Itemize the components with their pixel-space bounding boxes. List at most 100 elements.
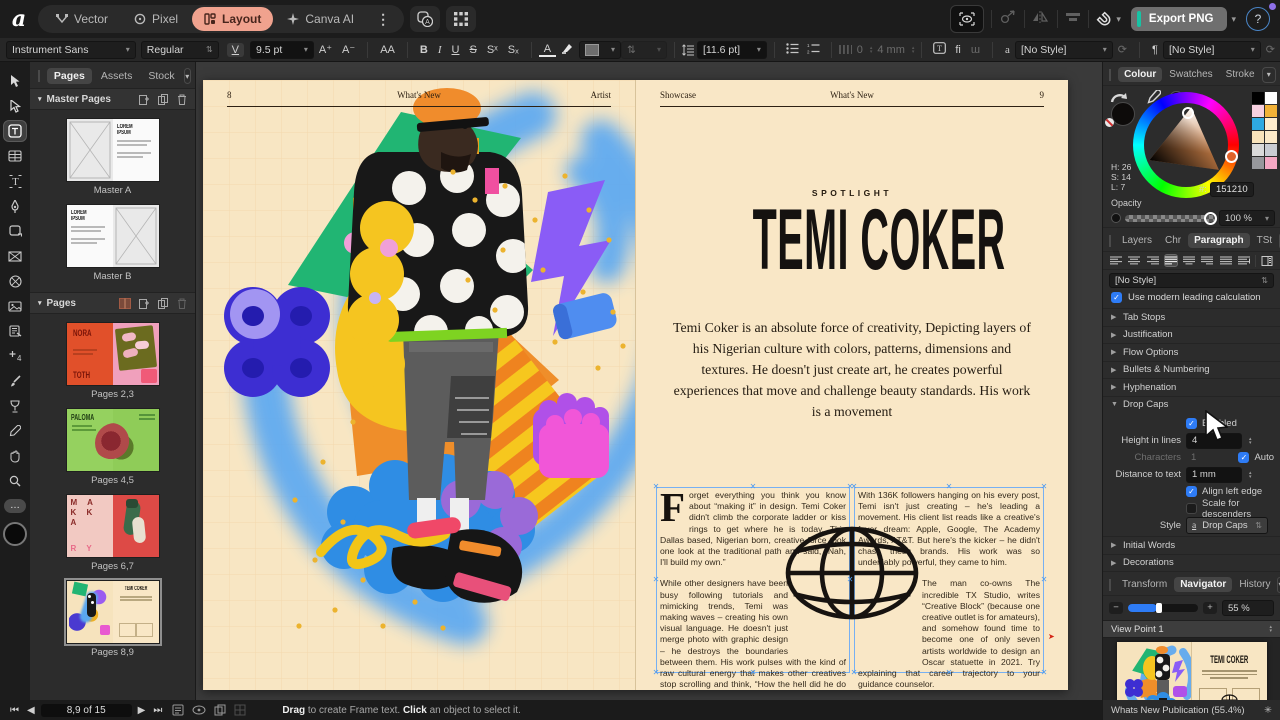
- tab-transform[interactable]: Transform: [1116, 577, 1173, 592]
- shape-tool[interactable]: [3, 220, 27, 242]
- align-toward-spine-button[interactable]: [1260, 254, 1274, 267]
- more-tools-button[interactable]: …: [4, 499, 26, 513]
- opacity-slider[interactable]: [1125, 215, 1215, 222]
- swatch[interactable]: [1252, 105, 1264, 117]
- artistic-text-tool[interactable]: T: [3, 170, 27, 192]
- swatch[interactable]: [1252, 92, 1264, 104]
- modern-leading-checkbox[interactable]: ✓: [1111, 292, 1122, 303]
- persona-canva-ai[interactable]: Canva AI: [275, 7, 366, 31]
- add-master-icon[interactable]: [139, 94, 150, 105]
- opacity-value-select[interactable]: 100 %▾: [1219, 210, 1275, 226]
- section-flow-options[interactable]: ▶Flow Options: [1103, 343, 1280, 361]
- translate-button[interactable]: A: [410, 6, 440, 32]
- zoom-slider-knob[interactable]: [1156, 603, 1162, 613]
- next-page-button[interactable]: ▶: [138, 705, 146, 716]
- dropcap-enabled-checkbox[interactable]: ✓: [1186, 418, 1197, 429]
- grid-view-icon[interactable]: [234, 704, 246, 716]
- zoom-out-button[interactable]: −: [1109, 602, 1123, 614]
- highlight-button[interactable]: [556, 42, 579, 57]
- align-indent-button[interactable]: [1237, 254, 1251, 267]
- character-style-select[interactable]: [No Style]▾: [1015, 41, 1113, 59]
- preview-link-icon[interactable]: [192, 705, 206, 715]
- frame-handle[interactable]: ✕: [652, 483, 660, 491]
- zoom-tool[interactable]: [3, 470, 27, 492]
- frame-handle[interactable]: ✕: [850, 483, 858, 491]
- justify-center-button[interactable]: [1182, 254, 1196, 267]
- justify-all-button[interactable]: [1218, 254, 1232, 267]
- canvas[interactable]: 8 What's New Artist Showcase What's New …: [196, 62, 1102, 700]
- text-frame-button[interactable]: T: [929, 42, 950, 57]
- zoom-in-button[interactable]: +: [1203, 602, 1217, 614]
- view-point-bar[interactable]: View Point 1 ▴▾: [1103, 620, 1280, 638]
- pages-6-7-item[interactable]: M A K K A R Y Pages 6,7: [30, 495, 195, 572]
- hsl-triangle[interactable]: [1144, 103, 1228, 187]
- swatch[interactable]: [1252, 118, 1264, 130]
- font-style-select[interactable]: Regular⇅: [141, 41, 219, 59]
- align-button[interactable]: [1065, 10, 1081, 28]
- tab-pages[interactable]: Pages: [47, 68, 92, 84]
- master-pages-header[interactable]: ▾ Master Pages: [30, 88, 195, 110]
- section-initial-words[interactable]: ▶Initial Words: [1103, 536, 1280, 554]
- persona-vector[interactable]: Vector: [44, 7, 120, 31]
- frame-text-tool[interactable]: [3, 120, 27, 142]
- frame-handle[interactable]: ✕: [945, 483, 953, 491]
- bold-button[interactable]: B: [415, 44, 433, 56]
- glyph-browser-button[interactable]: ɯ: [966, 44, 985, 56]
- character-style-reset-icon[interactable]: ⟳: [1113, 43, 1132, 56]
- frame-handle[interactable]: ✕: [1040, 483, 1048, 491]
- data-merge-tool[interactable]: [3, 320, 27, 342]
- align-left-edge-checkbox[interactable]: ✓: [1186, 486, 1197, 497]
- section-justification[interactable]: ▶Justification: [1103, 326, 1280, 344]
- frame-handle[interactable]: ✕: [749, 669, 757, 677]
- pages-4-5-item[interactable]: PALOMA Pages 4,5: [30, 409, 195, 486]
- frame-handle[interactable]: ✕: [1040, 576, 1048, 584]
- superscript-button[interactable]: Sˣ: [482, 44, 503, 56]
- swatch[interactable]: [1265, 144, 1277, 156]
- frame-handle[interactable]: ✕: [749, 483, 757, 491]
- paragraph-style-dropdown[interactable]: [No Style]⇅: [1109, 273, 1274, 288]
- section-hyphenation[interactable]: ▶Hyphenation: [1103, 378, 1280, 396]
- align-right-button[interactable]: [1145, 254, 1159, 267]
- align-center-button[interactable]: [1127, 254, 1141, 267]
- point-transform-tool[interactable]: 4: [3, 345, 27, 367]
- swatch[interactable]: [1265, 92, 1277, 104]
- add-page-icon[interactable]: [139, 298, 150, 309]
- colour-panel-collapse[interactable]: ▾: [1262, 67, 1276, 83]
- frame-handle[interactable]: ✕: [945, 669, 953, 677]
- tab-paragraph[interactable]: Paragraph: [1188, 233, 1249, 248]
- section-tab-stops[interactable]: ▶Tab Stops: [1103, 308, 1280, 326]
- frame-handle[interactable]: ✕: [652, 669, 660, 677]
- persona-layout[interactable]: Layout: [192, 7, 273, 31]
- document-spread[interactable]: 8 What's New Artist Showcase What's New …: [203, 80, 1067, 690]
- pages-view-icon[interactable]: [172, 704, 184, 716]
- vector-brush-tool[interactable]: [3, 370, 27, 392]
- dropcap-distance-stepper[interactable]: ▴▾: [1249, 471, 1252, 479]
- table-tool[interactable]: [3, 145, 27, 167]
- persona-more-icon[interactable]: ⋮: [368, 11, 398, 28]
- frame-handle[interactable]: ✕: [652, 576, 660, 584]
- tab-layers[interactable]: Layers: [1116, 233, 1158, 248]
- swatch[interactable]: [1265, 131, 1277, 143]
- tab-stock[interactable]: Stock: [141, 68, 181, 84]
- frame-handle[interactable]: ✕: [1040, 669, 1048, 677]
- tab-navigator[interactable]: Navigator: [1174, 577, 1232, 592]
- font-family-select[interactable]: Instrument Sans▾: [6, 41, 136, 59]
- snapping-button[interactable]: ▾: [1096, 11, 1121, 27]
- paragraph-style-select[interactable]: [No Style]▾: [1163, 41, 1261, 59]
- tab-colour[interactable]: Colour: [1118, 67, 1162, 82]
- page-9[interactable]: Showcase What's New 9 SPOTLIGHT TEMI COK…: [635, 80, 1068, 690]
- section-drop-caps[interactable]: ▼Drop Caps: [1103, 396, 1280, 414]
- swatch[interactable]: [1252, 131, 1264, 143]
- align-left-button[interactable]: [1109, 254, 1123, 267]
- tab-swatches[interactable]: Swatches: [1163, 67, 1218, 82]
- subscript-button[interactable]: Sₓ: [503, 44, 524, 56]
- ligatures-button[interactable]: fi: [950, 44, 966, 56]
- page-indicator[interactable]: 8,9 of 15: [41, 704, 132, 717]
- tab-stroke[interactable]: Stroke: [1220, 67, 1261, 82]
- underline-button[interactable]: U: [447, 44, 465, 56]
- fill-swatch-select[interactable]: ▾: [579, 41, 621, 59]
- strikethrough-button[interactable]: S: [464, 44, 481, 56]
- column-gutter[interactable]: 4 mm: [872, 44, 910, 56]
- swatch[interactable]: [1265, 157, 1277, 169]
- hex-value-field[interactable]: 151210: [1210, 182, 1254, 197]
